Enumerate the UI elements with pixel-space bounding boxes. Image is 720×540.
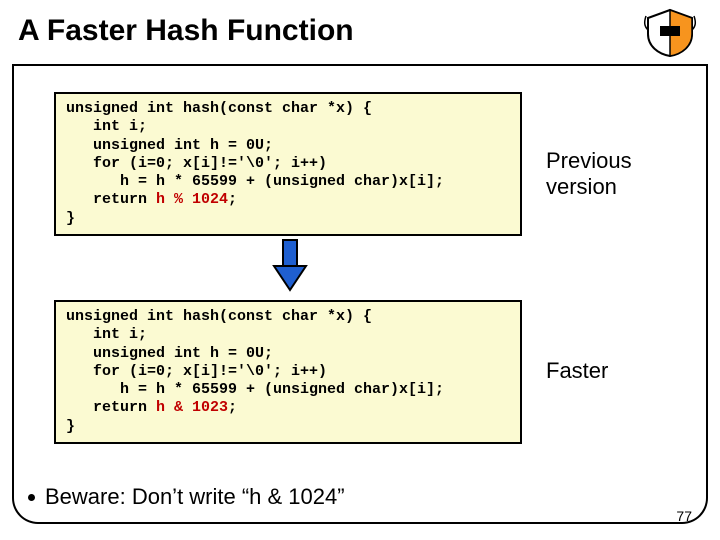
annotation-faster: Faster xyxy=(546,358,686,384)
slide: A Faster Hash Function unsigned int hash… xyxy=(0,0,720,540)
code-line: unsigned int h = 0U; xyxy=(66,345,273,362)
code-line: return xyxy=(66,399,156,416)
code-line: ; xyxy=(228,399,237,416)
bullet-dot-icon xyxy=(28,494,35,501)
code-line: h = h * 65599 + (unsigned char)x[i]; xyxy=(66,173,444,190)
page-number: 77 xyxy=(676,508,692,524)
title-region: A Faster Hash Function xyxy=(12,10,708,66)
code-line: h = h * 65599 + (unsigned char)x[i]; xyxy=(66,381,444,398)
code-line: unsigned int hash(const char *x) { xyxy=(66,308,372,325)
code-highlight: h & 1023 xyxy=(156,399,228,416)
code-box-faster: unsigned int hash(const char *x) { int i… xyxy=(54,300,522,444)
code-line: for (i=0; x[i]!='\0'; i++) xyxy=(66,363,327,380)
bullet-row: Beware: Don’t write “h & 1024” xyxy=(28,484,345,510)
code-line: for (i=0; x[i]!='\0'; i++) xyxy=(66,155,327,172)
code-line: unsigned int h = 0U; xyxy=(66,137,273,154)
down-arrow-icon xyxy=(270,238,310,294)
annotation-previous: Previous version xyxy=(546,148,686,200)
code-line: return xyxy=(66,191,156,208)
slide-title: A Faster Hash Function xyxy=(12,10,708,48)
crest-icon xyxy=(642,8,698,58)
code-line: int i; xyxy=(66,326,147,343)
code-line: } xyxy=(66,210,75,227)
code-box-previous: unsigned int hash(const char *x) { int i… xyxy=(54,92,522,236)
code-line: int i; xyxy=(66,118,147,135)
code-line: unsigned int hash(const char *x) { xyxy=(66,100,372,117)
code-line: ; xyxy=(228,191,237,208)
bullet-text: Beware: Don’t write “h & 1024” xyxy=(45,484,345,510)
code-highlight: h % 1024 xyxy=(156,191,228,208)
code-line: } xyxy=(66,418,75,435)
